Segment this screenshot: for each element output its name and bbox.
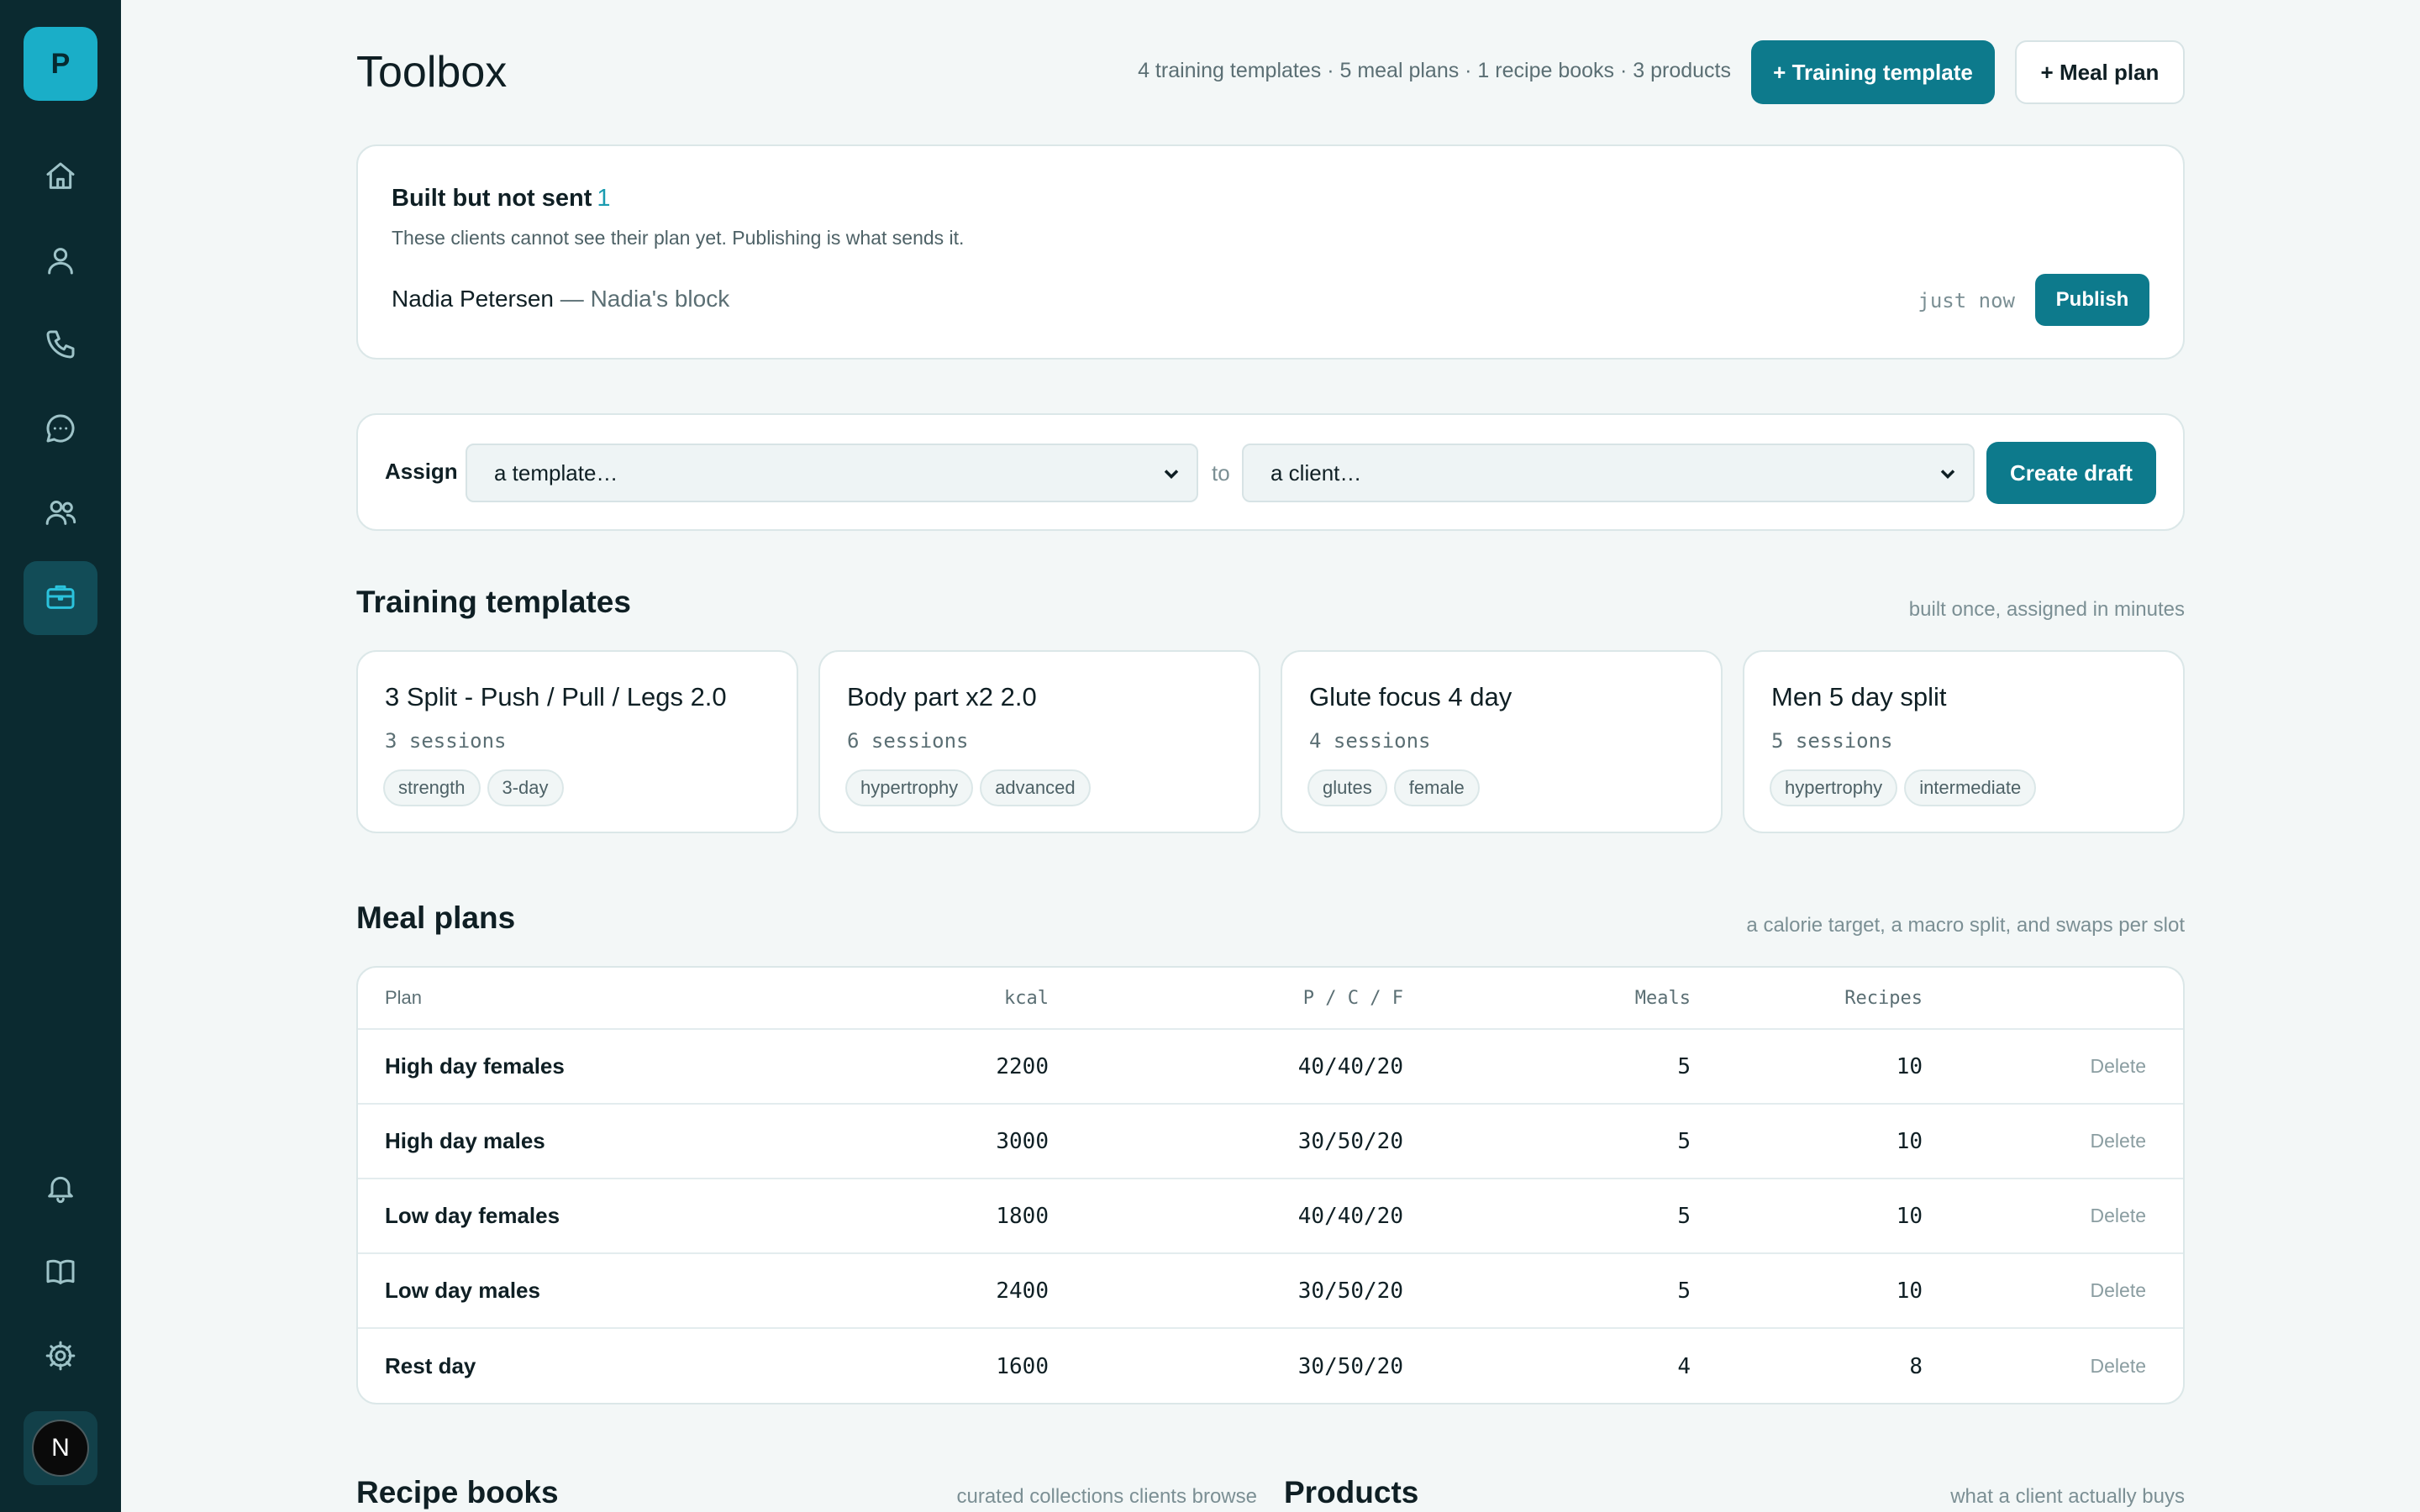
tag: intermediate bbox=[1904, 769, 2037, 806]
client-select-value: a client… bbox=[1270, 459, 1362, 486]
template-name: Men 5 day split bbox=[1771, 682, 1947, 711]
table-header-row: Plan kcal P / C / F Meals Recipes bbox=[358, 968, 2183, 1030]
publish-button[interactable]: Publish bbox=[2035, 274, 2149, 326]
table-row[interactable]: High day males 3000 30/50/20 5 10 Delete bbox=[358, 1105, 2183, 1179]
tag: glutes bbox=[1307, 769, 1387, 806]
meal-section-subtitle: a calorie target, a macro split, and swa… bbox=[1746, 914, 2185, 937]
nav-notifications[interactable] bbox=[24, 1152, 97, 1226]
nav-calls[interactable] bbox=[24, 309, 97, 383]
assign-panel: Assign a template… to a client… Create d… bbox=[356, 413, 2185, 531]
tag: advanced bbox=[980, 769, 1091, 806]
phone-icon bbox=[44, 328, 77, 365]
template-tags: glutes female bbox=[1307, 769, 1480, 806]
template-sessions: 5 sessions bbox=[1771, 729, 1893, 753]
assign-to-label: to bbox=[1212, 460, 1230, 486]
chat-icon bbox=[44, 412, 77, 449]
plan-name: Rest day bbox=[385, 1353, 476, 1378]
delete-link[interactable]: Delete bbox=[1642, 1105, 2146, 1178]
recipe-section-subtitle: curated collections clients browse bbox=[956, 1485, 1257, 1508]
delete-link[interactable]: Delete bbox=[1642, 1179, 2146, 1252]
book-icon bbox=[44, 1255, 77, 1293]
template-select-value: a template… bbox=[494, 459, 618, 486]
unsent-title-text: Built but not sent bbox=[392, 185, 592, 212]
users-icon bbox=[44, 496, 77, 533]
meal-plans-table: Plan kcal P / C / F Meals Recipes High d… bbox=[356, 966, 2185, 1404]
briefcase-icon bbox=[44, 580, 77, 617]
unsent-plan-name: — Nadia's block bbox=[554, 286, 730, 312]
plan-name: Low day females bbox=[385, 1203, 560, 1228]
nav-home[interactable] bbox=[24, 141, 97, 215]
unsent-client-row: Nadia Petersen — Nadia's block bbox=[392, 286, 729, 312]
sidebar: P N bbox=[0, 0, 121, 1512]
table-row[interactable]: Low day males 2400 30/50/20 5 10 Delete bbox=[358, 1254, 2183, 1329]
home-icon bbox=[44, 160, 77, 197]
nav-team[interactable] bbox=[24, 477, 97, 551]
tag: 3-day bbox=[487, 769, 564, 806]
toolbox-stats: 4 training templates · 5 meal plans · 1 … bbox=[1138, 59, 1731, 82]
column-header-plan: Plan bbox=[385, 987, 423, 1008]
training-section-subtitle: built once, assigned in minutes bbox=[1908, 598, 2185, 621]
chevron-down-icon bbox=[1160, 462, 1183, 486]
tag: female bbox=[1393, 769, 1480, 806]
tag: hypertrophy bbox=[845, 769, 974, 806]
table-row[interactable]: Low day females 1800 40/40/20 5 10 Delete bbox=[358, 1179, 2183, 1254]
template-sessions: 6 sessions bbox=[847, 729, 969, 753]
bell-icon bbox=[44, 1171, 77, 1209]
tag: strength bbox=[383, 769, 481, 806]
user-icon bbox=[44, 244, 77, 281]
template-sessions: 3 sessions bbox=[385, 729, 507, 753]
nav-library[interactable] bbox=[24, 1236, 97, 1310]
template-card[interactable]: 3 Split - Push / Pull / Legs 2.0 3 sessi… bbox=[356, 650, 798, 833]
template-name: Body part x2 2.0 bbox=[847, 682, 1037, 711]
delete-link[interactable]: Delete bbox=[1642, 1030, 2146, 1103]
products-section-title: Products bbox=[1284, 1475, 1419, 1509]
template-select[interactable]: a template… bbox=[466, 444, 1198, 502]
unsent-description: These clients cannot see their plan yet.… bbox=[392, 227, 965, 249]
column-header-recipes: Recipes bbox=[1844, 987, 1923, 1009]
nav-clients[interactable] bbox=[24, 225, 97, 299]
account-avatar[interactable]: N bbox=[24, 1411, 97, 1485]
recipe-section-title: Recipe books bbox=[356, 1475, 559, 1509]
avatar-initial: N bbox=[32, 1420, 89, 1477]
app-logo[interactable]: P bbox=[24, 27, 97, 101]
page-title: Toolbox bbox=[356, 48, 508, 97]
add-training-template-button[interactable]: + Training template bbox=[1751, 40, 1995, 104]
nav-messages[interactable] bbox=[24, 393, 97, 467]
template-tags: hypertrophy intermediate bbox=[1770, 769, 2037, 806]
table-row[interactable]: High day females 2200 40/40/20 5 10 Delete bbox=[358, 1030, 2183, 1105]
template-tags: hypertrophy advanced bbox=[845, 769, 1091, 806]
unsent-title: Built but not sent 1 bbox=[392, 185, 611, 213]
template-name: 3 Split - Push / Pull / Legs 2.0 bbox=[385, 682, 727, 711]
nav-toolbox[interactable] bbox=[24, 561, 97, 635]
training-section-title: Training templates bbox=[356, 585, 631, 619]
assign-label: Assign bbox=[385, 459, 458, 484]
template-card[interactable]: Glute focus 4 day 4 sessions glutes fema… bbox=[1281, 650, 1723, 833]
add-meal-plan-button[interactable]: + Meal plan bbox=[2015, 40, 2185, 104]
meal-section-title: Meal plans bbox=[356, 900, 516, 935]
plan-name: High day males bbox=[385, 1128, 545, 1153]
plan-name: Low day males bbox=[385, 1278, 540, 1303]
table-row[interactable]: Rest day 1600 30/50/20 4 8 Delete bbox=[358, 1329, 2183, 1403]
template-card[interactable]: Men 5 day split 5 sessions hypertrophy i… bbox=[1743, 650, 2185, 833]
unsent-count: 1 bbox=[597, 185, 611, 212]
nav-settings[interactable] bbox=[24, 1320, 97, 1394]
gear-icon bbox=[44, 1339, 77, 1377]
client-select[interactable]: a client… bbox=[1242, 444, 1975, 502]
template-card[interactable]: Body part x2 2.0 6 sessions hypertrophy … bbox=[818, 650, 1260, 833]
tag: hypertrophy bbox=[1770, 769, 1898, 806]
create-draft-button[interactable]: Create draft bbox=[1986, 442, 2156, 504]
plan-name: High day females bbox=[385, 1053, 565, 1079]
template-name: Glute focus 4 day bbox=[1309, 682, 1512, 711]
chevron-down-icon bbox=[1936, 462, 1960, 486]
unsent-panel: Built but not sent 1 These clients cannot… bbox=[356, 144, 2185, 360]
delete-link[interactable]: Delete bbox=[1642, 1254, 2146, 1327]
page-header: Toolbox 4 training templates · 5 meal pl… bbox=[356, 40, 2185, 104]
template-tags: strength 3-day bbox=[383, 769, 564, 806]
delete-link[interactable]: Delete bbox=[1642, 1329, 2146, 1403]
unsent-client-name: Nadia Petersen bbox=[392, 286, 555, 312]
products-section-subtitle: what a client actually buys bbox=[1950, 1485, 2185, 1508]
unsent-timestamp: just now bbox=[1918, 289, 2015, 312]
template-sessions: 4 sessions bbox=[1309, 729, 1431, 753]
